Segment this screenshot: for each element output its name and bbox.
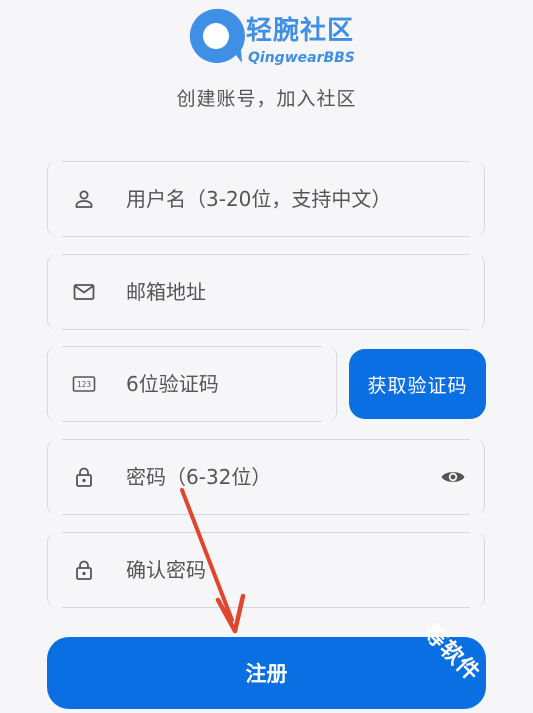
confirm-password-field[interactable]: 确认密码	[47, 532, 485, 608]
svg-text:123: 123	[77, 380, 92, 389]
mail-icon	[73, 284, 95, 300]
page-subtitle: 创建账号，加入社区	[176, 88, 357, 110]
lock-icon	[76, 560, 92, 580]
lock-icon	[76, 467, 92, 487]
confirm-password-placeholder: 确认密码	[126, 558, 206, 582]
numeric-keypad-icon: 123	[72, 376, 96, 392]
verification-code-field[interactable]: 123 6位验证码	[47, 346, 337, 422]
register-button[interactable]: 注册	[47, 637, 486, 709]
person-icon	[75, 190, 93, 208]
username-placeholder: 用户名（3-20位，支持中文）	[126, 187, 392, 211]
email-field[interactable]: 邮箱地址	[47, 254, 485, 330]
password-field[interactable]: 密码（6-32位）	[47, 439, 485, 515]
eye-icon[interactable]	[440, 465, 466, 489]
get-code-button[interactable]: 获取验证码	[349, 349, 486, 419]
app-name: 轻腕社区	[246, 16, 355, 46]
app-subname: QingwearBBS	[248, 50, 355, 66]
app-logo: 轻腕社区 QingwearBBS	[186, 6, 356, 70]
username-field[interactable]: 用户名（3-20位，支持中文）	[47, 161, 485, 237]
password-placeholder: 密码（6-32位）	[126, 465, 272, 489]
chat-bubble-logo-icon	[189, 8, 245, 64]
email-placeholder: 邮箱地址	[126, 280, 206, 304]
code-placeholder: 6位验证码	[126, 372, 219, 396]
